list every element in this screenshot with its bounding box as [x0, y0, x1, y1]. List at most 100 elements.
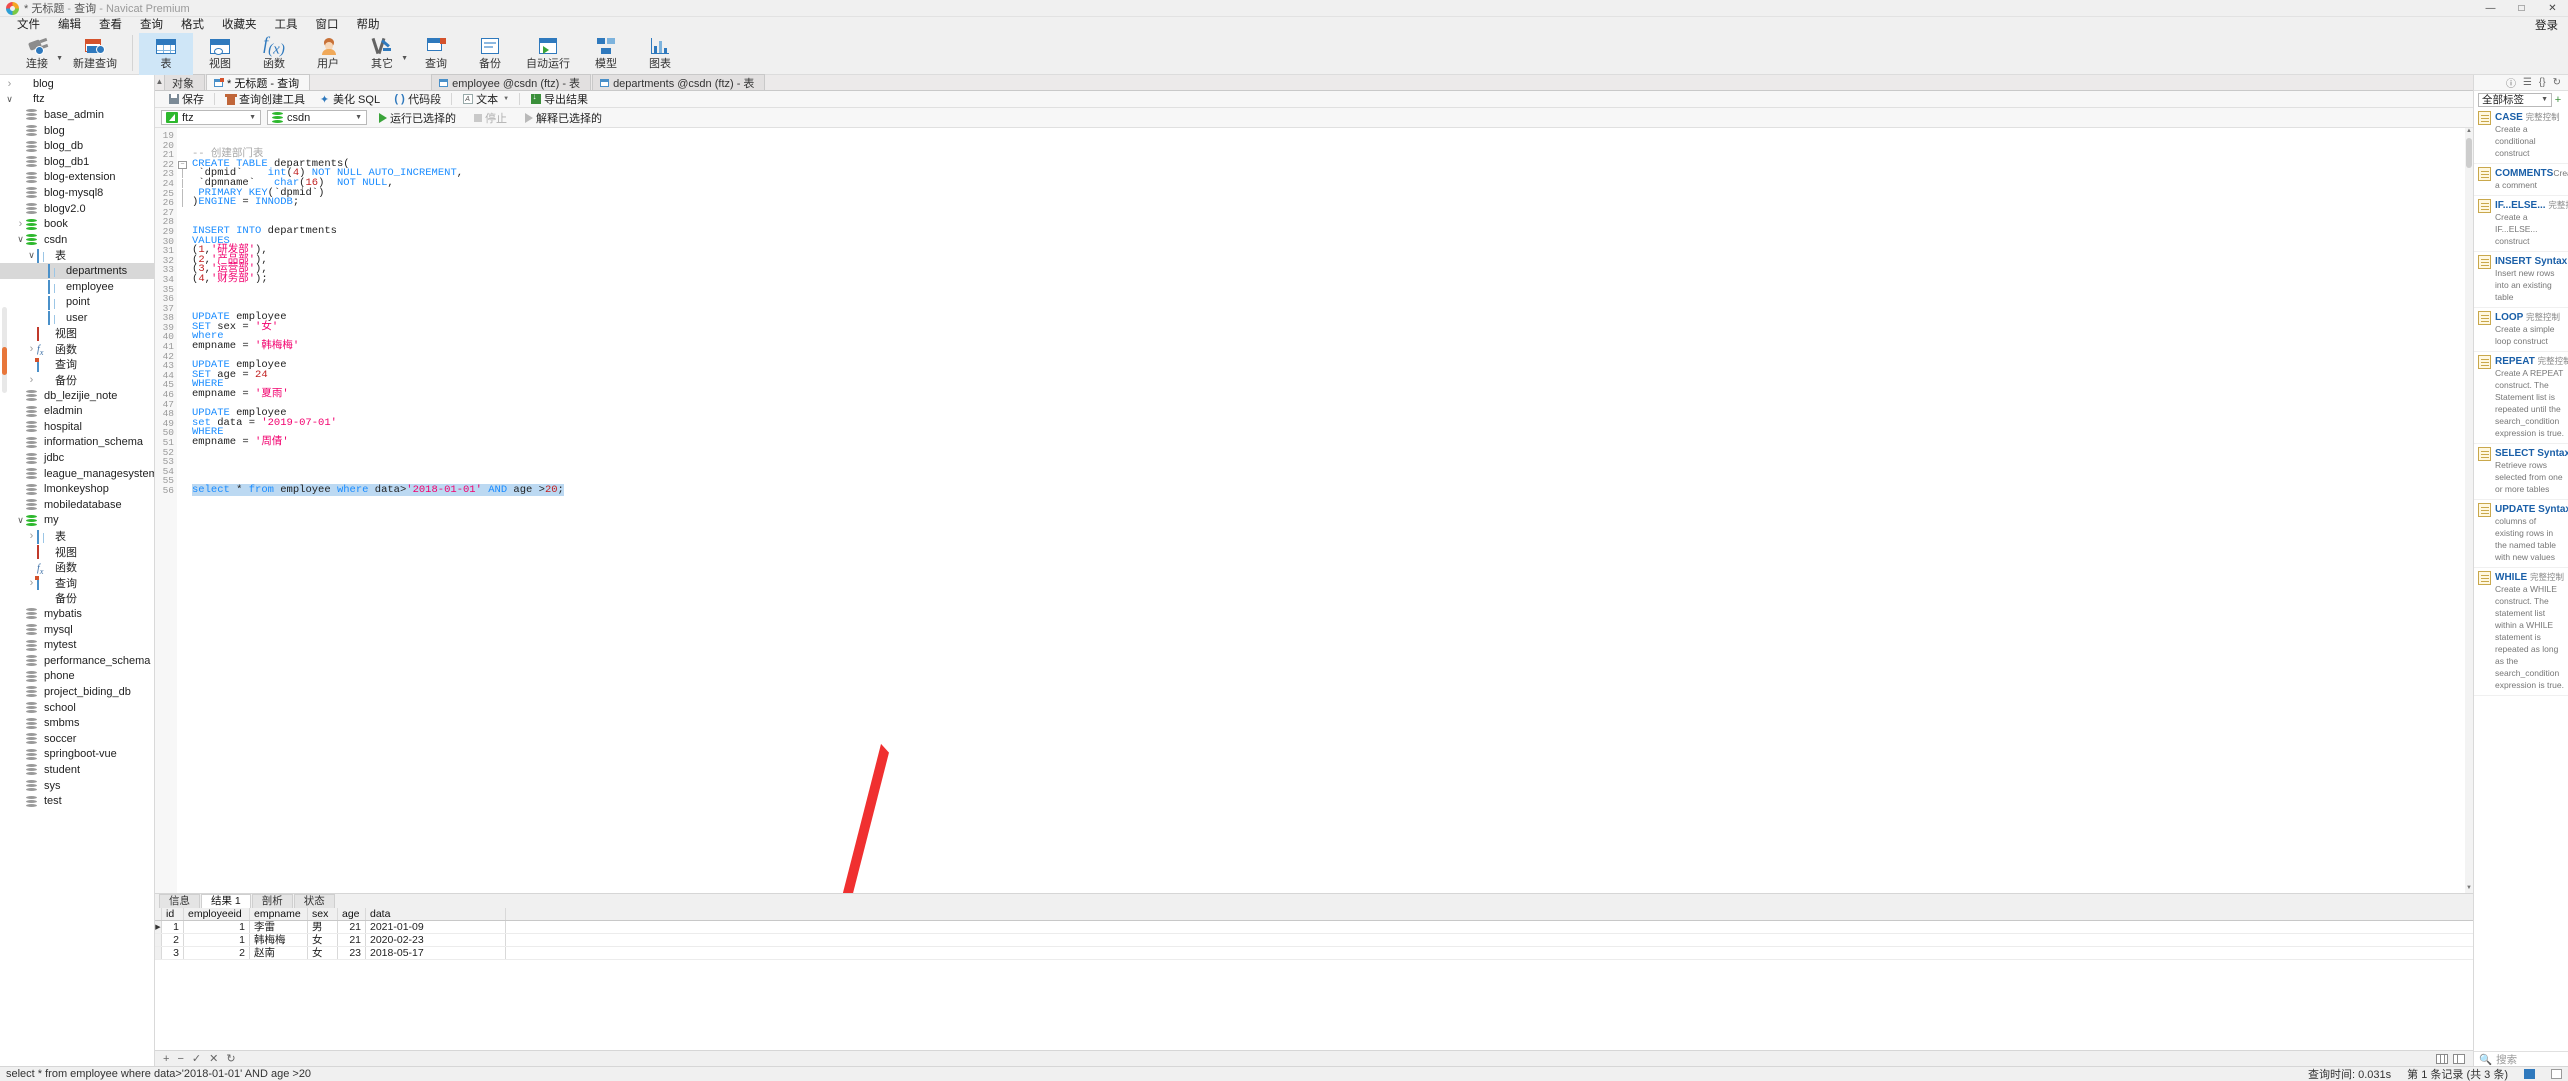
menu-item-2[interactable]: 查看	[90, 17, 131, 33]
fold-marker[interactable]	[177, 237, 188, 247]
tree-item-phone[interactable]: phone	[0, 669, 154, 685]
fold-marker[interactable]	[177, 467, 188, 477]
code-line[interactable]: empname = '韩梅梅'	[192, 341, 2473, 352]
code-line[interactable]	[192, 285, 2473, 295]
fold-marker[interactable]	[177, 438, 188, 448]
chevron-down-icon[interactable]: ▼	[355, 114, 362, 121]
tree-item-blogv2.0[interactable]: blogv2.0	[0, 201, 154, 217]
fold-marker[interactable]	[177, 285, 188, 295]
ribbon-button-图表[interactable]: 图表	[633, 33, 687, 75]
grid-view-icon[interactable]	[2436, 1053, 2448, 1064]
tree-item-project_biding_db[interactable]: project_biding_db	[0, 684, 154, 700]
add-record-button[interactable]: +	[163, 1053, 169, 1065]
fold-marker[interactable]	[177, 265, 188, 275]
fold-marker[interactable]	[177, 380, 188, 390]
fold-marker[interactable]	[177, 150, 188, 160]
tree-twisty[interactable]	[15, 218, 26, 230]
tree-item-blog_db[interactable]: blog_db	[0, 138, 154, 154]
code-line[interactable]: select * from employee where data>'2018-…	[192, 483, 2473, 496]
tree-item-smbms[interactable]: smbms	[0, 715, 154, 731]
grid-cell-sex[interactable]: 女	[308, 934, 338, 946]
tree-twisty[interactable]	[4, 78, 15, 90]
fold-marker[interactable]	[177, 400, 188, 410]
fold-marker[interactable]	[177, 476, 188, 486]
tree-item-blog[interactable]: blog	[0, 123, 154, 139]
fold-marker[interactable]	[177, 361, 188, 371]
snippet-search-row[interactable]: 🔍 搜索	[2474, 1051, 2568, 1066]
grid-body[interactable]: ▶ 1 1 李雷男 21 2021-01-09 2 1 韩梅梅女 21 2020-02-23 3 2 赵南…	[155, 921, 2473, 960]
sql-editor[interactable]: 19 20 21 22 23 24 25 26 27 28 29 30 31 32 33 34 35 36 37 38…	[155, 128, 2473, 893]
fold-marker[interactable]	[177, 409, 188, 419]
code-line[interactable]: WHERE	[192, 379, 2473, 390]
editor-scroll-thumb[interactable]	[2466, 138, 2472, 168]
grid-cell-sex[interactable]: 女	[308, 947, 338, 959]
code-line[interactable]	[192, 352, 2473, 362]
snippet-item-while[interactable]: WHILE 完整控制Create a WHILE construct. The …	[2474, 568, 2568, 696]
tree-item-函数[interactable]: fx 函数	[0, 559, 154, 576]
ribbon-button-模型[interactable]: 模型	[579, 33, 633, 75]
fold-marker[interactable]	[177, 342, 188, 352]
fold-marker[interactable]	[177, 352, 188, 362]
code-line[interactable]	[192, 294, 2473, 304]
code-line[interactable]	[192, 448, 2473, 458]
ribbon-button-其它[interactable]: 其它 ▼	[355, 33, 409, 75]
code-line[interactable]	[192, 208, 2473, 218]
tree-item-blog_db1[interactable]: blog_db1	[0, 154, 154, 170]
tree-item-hospital[interactable]: hospital	[0, 419, 154, 435]
fold-marker[interactable]	[177, 188, 188, 199]
tree-item-blog[interactable]: blog	[0, 76, 154, 92]
code-line[interactable]: VALUES	[192, 235, 2473, 247]
snippet-item-loop[interactable]: LOOP 完整控制Create a simple loop construct	[2474, 308, 2568, 352]
tree-item-point[interactable]: point	[0, 294, 154, 310]
tree-item-my[interactable]: my	[0, 513, 154, 529]
code-line[interactable]	[192, 457, 2473, 467]
grid-cell-sex[interactable]: 男	[308, 921, 338, 933]
tree-item-csdn[interactable]: csdn	[0, 232, 154, 248]
tree-item-departments[interactable]: departments	[0, 263, 154, 279]
fold-marker[interactable]	[177, 141, 188, 151]
code-line[interactable]: `dpmid` int(4) NOT NULL AUTO_INCREMENT,	[192, 168, 2473, 179]
code-line[interactable]	[192, 304, 2473, 314]
close-button[interactable]: ✕	[2537, 0, 2568, 17]
add-snippet-button[interactable]: +	[2552, 94, 2564, 106]
snippet-item-selectsyntax[interactable]: SELECT Syntax 数Retrieve rows selected fr…	[2474, 444, 2568, 500]
tree-twisty[interactable]	[15, 515, 26, 526]
tree-item-ftz[interactable]: ftz	[0, 92, 154, 108]
grid-cell-empname[interactable]: 韩梅梅	[250, 934, 308, 946]
snippet-item-repeat[interactable]: REPEAT 完整控制Create A REPEAT construct. Th…	[2474, 352, 2568, 444]
result-tab-状态[interactable]: 状态	[293, 894, 335, 908]
result-grid[interactable]: id employeeid empname sex age data ▶ 1 1 李雷男 21 20…	[155, 908, 2473, 1050]
info-icon[interactable]: ⓘ	[2506, 75, 2516, 90]
tree-item-sys[interactable]: sys	[0, 778, 154, 794]
fold-marker[interactable]	[177, 390, 188, 400]
tree-item-查询[interactable]: 查询	[0, 357, 154, 373]
code-snippet-button[interactable]: ( ) 代码段	[387, 91, 448, 108]
tree-scrollbar-thumb[interactable]	[2, 347, 7, 375]
tree-item-备份[interactable]: 备份	[0, 372, 154, 388]
tree-scrollbar[interactable]	[2, 307, 7, 393]
menu-item-6[interactable]: 工具	[266, 17, 307, 33]
snippet-tag-select[interactable]: 全部标签 ▼	[2478, 92, 2552, 107]
fold-marker[interactable]	[177, 169, 188, 179]
code-line[interactable]: UPDATE employee	[192, 408, 2473, 419]
fold-marker[interactable]	[177, 323, 188, 333]
grid-column-header-data[interactable]: data	[366, 908, 506, 920]
tree-item-springboot-vue[interactable]: springboot-vue	[0, 747, 154, 763]
fold-marker[interactable]	[177, 131, 188, 141]
grid-cell-age[interactable]: 21	[338, 934, 366, 946]
result-tab-信息[interactable]: 信息	[159, 894, 200, 908]
grid-column-header-id[interactable]: id	[162, 908, 184, 920]
grid-cell-id[interactable]: 3	[162, 947, 184, 959]
snippet-item-ifelse[interactable]: IF...ELSE... 完整控制Create a IF...ELSE... c…	[2474, 196, 2568, 252]
grid-cell-empname[interactable]: 赵南	[250, 947, 308, 959]
tree-item-查询[interactable]: 查询	[0, 575, 154, 591]
menu-item-4[interactable]: 格式	[172, 17, 213, 33]
tree-item-mysql[interactable]: mysql	[0, 622, 154, 638]
text-button[interactable]: A 文本 ▼	[455, 91, 516, 108]
code-line[interactable]: `dpmname` char(16) NOT NULL,	[192, 178, 2473, 189]
database-select[interactable]: csdn ▼	[267, 110, 367, 125]
tree-item-student[interactable]: student	[0, 762, 154, 778]
grid-cell-age[interactable]: 21	[338, 921, 366, 933]
document-tab-3[interactable]: departments @csdn (ftz) - 表	[592, 74, 766, 90]
fold-marker[interactable]	[177, 294, 188, 304]
